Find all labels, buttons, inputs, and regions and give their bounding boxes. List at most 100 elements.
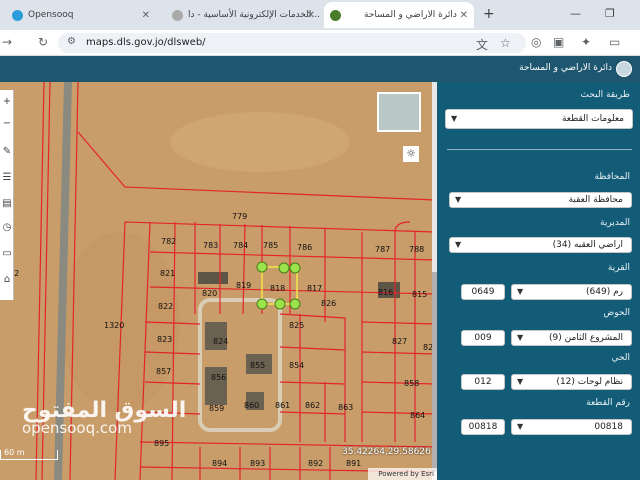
dls-favicon-icon — [330, 9, 341, 21]
new-tab-icon[interactable]: + — [483, 6, 495, 22]
vertex-handle[interactable] — [278, 262, 290, 274]
tab-label: دائرة الاراضي و المساحة — [364, 10, 457, 20]
vertex-handle[interactable] — [256, 298, 268, 310]
site-info-icon[interactable]: ⚙ — [67, 36, 76, 47]
restore-icon[interactable]: ❐ — [605, 7, 615, 20]
close-tab-icon[interactable]: ✕ — [460, 10, 468, 21]
directorate-label: المديرية — [600, 218, 630, 228]
village-label: القرية — [607, 263, 630, 273]
draw-icon[interactable]: ✎ — [1, 146, 13, 158]
close-tab-icon[interactable]: ✕ — [307, 10, 315, 21]
scale-text: 60 m — [4, 448, 25, 457]
select-value: رم (649) — [586, 287, 623, 297]
parcel-select[interactable]: 00818 ▼ — [511, 419, 632, 435]
parcel-number-854: 854 — [289, 361, 304, 370]
chevron-down-icon: ▼ — [455, 195, 462, 204]
parcel-number-895: 895 — [154, 439, 169, 448]
parcel-number-779: 779 — [232, 212, 247, 221]
governorate-select[interactable]: محافظة العقبة ▼ — [449, 192, 632, 208]
basin-select[interactable]: المشروع الثامن (9) ▼ — [511, 330, 632, 346]
bookmark-star-icon[interactable]: ☆ — [500, 36, 511, 50]
minimize-icon[interactable]: — — [570, 7, 581, 20]
close-tab-icon[interactable]: ✕ — [142, 10, 150, 21]
measure-icon[interactable]: ▤ — [1, 198, 13, 210]
chevron-down-icon: ▼ — [455, 240, 462, 249]
extensions-puzzle-icon[interactable]: ✦ — [581, 35, 591, 49]
vertex-handle[interactable] — [256, 261, 268, 273]
governorate-label: المحافظة — [594, 172, 630, 182]
select-value: اراضي العقبه (34) — [552, 240, 623, 250]
translate-icon[interactable]: 文 — [476, 36, 488, 53]
tab-dls[interactable]: دائرة الاراضي و المساحة ✕ — [324, 2, 474, 28]
search-panel: طريقة البحث معلومات القطعة ▼ المحافظة مح… — [437, 82, 640, 480]
vertex-handle[interactable] — [289, 262, 301, 274]
basin-code-input[interactable]: 009 — [461, 330, 505, 346]
extension-icon[interactable]: ▣ — [553, 35, 564, 49]
select-value: المشروع الثامن (9) — [548, 333, 623, 343]
coordinates-readout: 35.42264,29.58626 — [342, 447, 431, 457]
zoom-out-icon[interactable]: − — [1, 118, 13, 130]
parcel-number-786: 786 — [297, 243, 312, 252]
scale-bar: 60 m — [0, 448, 58, 460]
parcel-number-892: 892 — [308, 459, 323, 468]
parcel-number-891: 891 — [346, 459, 361, 468]
parcel-code-input[interactable]: 00818 — [461, 419, 505, 435]
parcel-number-858: 858 — [404, 379, 419, 388]
parcel-number-783: 783 — [203, 241, 218, 250]
tab-eservices[interactable]: الخدمات الإلكترونية الأساسية - دا... ✕ — [166, 2, 321, 28]
parcel-number-788: 788 — [409, 245, 424, 254]
reload-icon[interactable]: ↻ — [38, 35, 48, 49]
eservices-favicon-icon — [172, 9, 183, 21]
parcel-number-824: 824 — [213, 337, 228, 346]
quarter-select[interactable]: نظام لوحات (12) ▼ — [511, 374, 632, 390]
vertex-handle[interactable] — [274, 298, 286, 310]
select-value: نظام لوحات (12) — [556, 377, 623, 387]
search-method-label: طريقة البحث — [580, 90, 630, 100]
parcel-number-821: 821 — [160, 269, 175, 278]
sidepanel-icon[interactable]: ▭ — [609, 35, 620, 49]
vertex-handle[interactable] — [289, 298, 301, 310]
chevron-down-icon: ▼ — [517, 333, 524, 342]
parcel-number-861: 861 — [275, 401, 290, 410]
village-code-input[interactable]: 0649 — [461, 284, 505, 300]
parcel-number-782: 782 — [161, 237, 176, 246]
browser-tab-bar: Opensooq ✕ الخدمات الإلكترونية الأساسية … — [0, 0, 640, 30]
parcel-number-827: 827 — [392, 337, 407, 346]
parcel-number-785: 785 — [263, 241, 278, 250]
map-toolbar: + − ✎ ☰ ▤ ◷ ▭ ⌂ — [0, 90, 14, 300]
parcel-number-860: 860 — [244, 401, 259, 410]
parcel-number-818: 818 — [270, 284, 285, 293]
parcel-number-822: 822 — [158, 302, 173, 311]
brightness-icon[interactable]: ☼ — [403, 146, 419, 162]
back-icon[interactable]: → — [2, 35, 12, 49]
parcel-number-823: 823 — [157, 335, 172, 344]
parcel-number-857: 857 — [156, 367, 171, 376]
search-method-select[interactable]: معلومات القطعة ▼ — [445, 109, 633, 129]
quarter-label: الحي — [611, 353, 630, 363]
url-text: maps.dls.gov.jo/dlsweb/ — [86, 37, 206, 48]
zoom-in-icon[interactable]: + — [1, 96, 13, 108]
locate-icon[interactable]: ⌂ — [1, 274, 13, 286]
tab-label: الخدمات الإلكترونية الأساسية - دا... — [188, 10, 321, 20]
extension-icon[interactable]: ◎ — [531, 35, 541, 49]
parcel-number-855: 855 — [250, 361, 265, 370]
history-icon[interactable]: ◷ — [1, 222, 13, 234]
tab-opensooq[interactable]: Opensooq ✕ — [6, 2, 156, 28]
print-icon[interactable]: ▭ — [1, 248, 13, 260]
dls-logo-icon — [616, 61, 632, 77]
app-header: دائرة الاراضي و المساحة — [0, 56, 640, 82]
parcel-number-859: 859 — [209, 404, 224, 413]
building — [198, 272, 228, 284]
village-select[interactable]: رم (649) ▼ — [511, 284, 632, 300]
parcel-number-864: 864 — [410, 411, 425, 420]
layers-icon[interactable]: ☰ — [1, 172, 13, 184]
parcel-number-819: 819 — [236, 281, 251, 290]
parcel-number-893: 893 — [250, 459, 265, 468]
chevron-down-icon: ▼ — [517, 287, 524, 296]
divider — [447, 149, 632, 150]
directorate-select[interactable]: اراضي العقبه (34) ▼ — [449, 237, 632, 253]
parcel-number-826: 826 — [321, 299, 336, 308]
quarter-code-input[interactable]: 012 — [461, 374, 505, 390]
address-bar[interactable]: ⚙ maps.dls.gov.jo/dlsweb/ 文 ☆ — [58, 33, 526, 53]
basemap-thumbnail[interactable] — [377, 92, 421, 132]
